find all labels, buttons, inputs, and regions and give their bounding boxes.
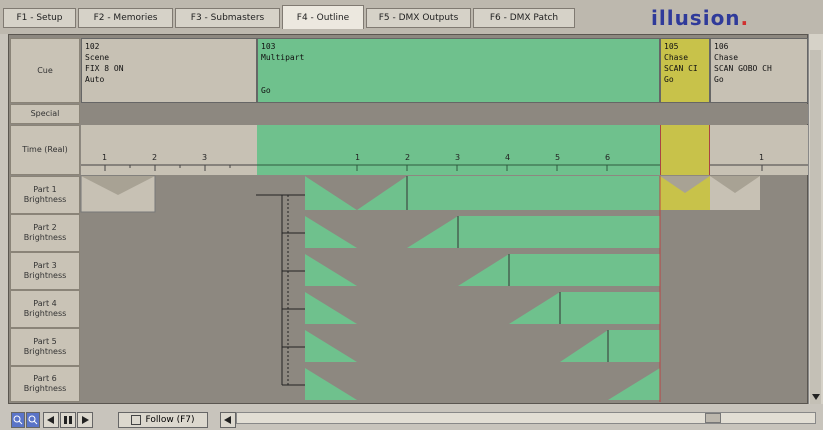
row-header-part-2: Part 2 Brightness (10, 214, 80, 252)
tab-setup[interactable]: F1 - Setup (3, 8, 76, 28)
time-tick: 2 (152, 153, 158, 162)
cue-mode: Go (714, 75, 724, 84)
cue-type: Scene (85, 53, 110, 62)
cue-number: 102 (85, 42, 100, 51)
time-tick: 3 (455, 153, 461, 162)
cue-mode: Go (261, 86, 271, 95)
time-tick: 2 (405, 153, 411, 162)
row-header-special: Special (10, 104, 80, 124)
time-tick: 1 (759, 153, 765, 162)
tab-outline[interactable]: F4 - Outline (282, 5, 364, 29)
zoom-in-icon[interactable] (11, 412, 25, 428)
time-tick: 1 (355, 153, 361, 162)
scroll-left-icon[interactable] (220, 412, 236, 428)
tab-bar: F1 - Setup F2 - Memories F3 - Submasters… (0, 0, 823, 34)
row-header-part-6: Part 6 Brightness (10, 366, 80, 402)
vertical-scrollbar-thumb[interactable] (810, 50, 821, 410)
row-header-part-1: Part 1 Brightness (10, 176, 80, 214)
cue-number: 106 (714, 42, 729, 51)
time-band-105 (660, 125, 710, 175)
cue-type: Chase (714, 53, 739, 62)
time-tick: 3 (202, 153, 208, 162)
cue-type: Multipart (261, 53, 305, 62)
row-header-part-4: Part 4 Brightness (10, 290, 80, 328)
row-header-part-5: Part 5 Brightness (10, 328, 80, 366)
tab-memories[interactable]: F2 - Memories (78, 8, 173, 28)
pause-icon[interactable] (60, 412, 76, 428)
cue-block-105[interactable]: 105 Chase SCAN CI Go (660, 38, 710, 103)
vertical-scrollbar[interactable] (808, 34, 823, 410)
time-band-106: 1 (710, 125, 808, 175)
cue-number: 103 (261, 42, 276, 51)
cue-name: SCAN GOBO CH (714, 64, 772, 73)
horizontal-scrollbar-thumb[interactable] (705, 413, 721, 423)
time-tick: 1 (102, 153, 108, 162)
time-band-103: 1 2 3 4 5 6 (257, 125, 660, 175)
horizontal-scrollbar[interactable] (236, 412, 816, 424)
time-tick: 5 (555, 153, 561, 162)
row-header-part-3: Part 3 Brightness (10, 252, 80, 290)
cue-number: 105 (664, 42, 679, 51)
zoom-out-icon[interactable] (26, 412, 40, 428)
tab-dmx-patch[interactable]: F6 - DMX Patch (473, 8, 575, 28)
time-band-102: 1 2 3 (81, 125, 257, 175)
time-tick: 4 (505, 153, 511, 162)
cue-type: Chase (664, 53, 689, 62)
cue-block-103[interactable]: 103 Multipart Go (257, 38, 660, 103)
previous-cue-icon[interactable] (43, 412, 59, 428)
cue-name: SCAN CI (664, 64, 698, 73)
row-header-time: Time (Real) (10, 125, 80, 175)
cue-block-106[interactable]: 106 Chase SCAN GOBO CH Go (710, 38, 808, 103)
tab-dmx-outputs[interactable]: F5 - DMX Outputs (366, 8, 471, 28)
cue-block-102[interactable]: 102 Scene FIX 8 ON Auto (81, 38, 257, 103)
time-ruler (710, 164, 808, 171)
scroll-down-icon[interactable] (809, 390, 823, 404)
time-tick: 6 (605, 153, 611, 162)
cue-name (261, 63, 656, 74)
cue-mode: Auto (85, 75, 105, 84)
follow-button[interactable]: Follow (F7) (118, 412, 208, 428)
cue-name: FIX 8 ON (85, 64, 124, 73)
time-ruler (257, 164, 660, 171)
time-ruler (81, 164, 257, 171)
tab-submasters[interactable]: F3 - Submasters (175, 8, 280, 28)
cue-mode: Go (664, 75, 674, 84)
special-track (81, 104, 808, 124)
illusion-logo: illusion. (651, 6, 750, 30)
row-header-cue: Cue (10, 38, 80, 103)
play-icon[interactable] (77, 412, 93, 428)
follow-checkbox[interactable] (131, 415, 142, 425)
follow-label: Follow (F7) (145, 415, 195, 425)
